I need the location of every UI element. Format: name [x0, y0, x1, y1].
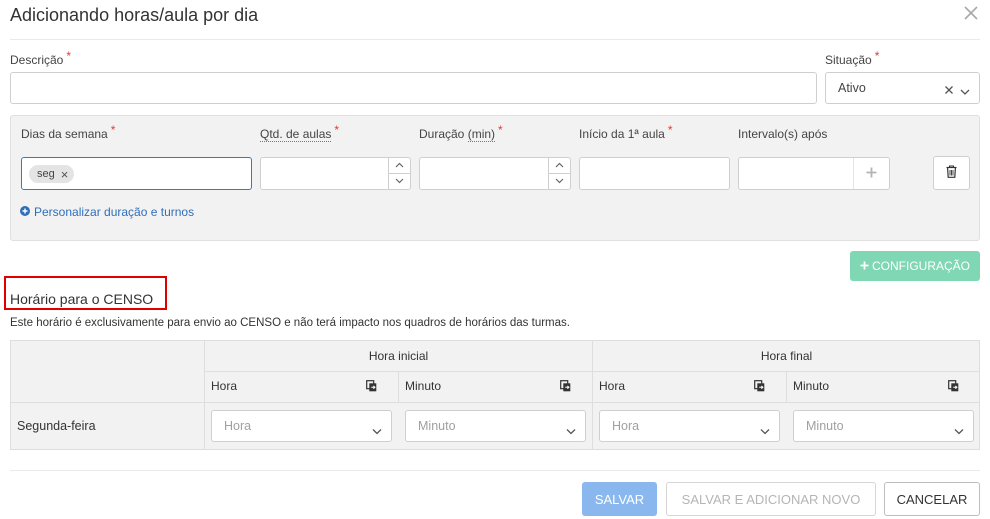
chevron-down-icon [760, 423, 770, 438]
modal-title: Adicionando horas/aula por dia [10, 5, 259, 25]
stepper-up-icon[interactable] [549, 158, 570, 174]
select-placeholder: Minuto [418, 419, 456, 433]
personalizar-link-label: Personalizar duração e turnos [34, 205, 195, 219]
select-placeholder: Hora [224, 419, 252, 433]
row-day-label: Segunda-feira [17, 419, 96, 433]
plus-circle-icon [20, 205, 30, 219]
copy-icon[interactable] [948, 380, 959, 395]
hora-final-minuto-select[interactable]: Minuto [793, 410, 974, 442]
hora-inicial-minuto-select[interactable]: Minuto [405, 410, 586, 442]
stepper-down-icon[interactable] [389, 174, 410, 190]
select-placeholder: Hora [612, 419, 640, 433]
trash-icon [946, 165, 957, 181]
add-configuracao-label: CONFIGURAÇÃO [871, 259, 970, 273]
qtd-aulas-stepper[interactable] [388, 158, 410, 189]
delete-config-button[interactable] [933, 156, 970, 190]
chevron-down-icon [954, 423, 964, 438]
save-and-add-button[interactable]: SALVAR E ADICIONAR NOVO [666, 482, 876, 516]
clear-icon[interactable] [944, 83, 954, 98]
intervalos-input[interactable] [738, 157, 890, 190]
chevron-down-icon[interactable] [960, 84, 970, 99]
intervalos-label: Intervalo(s) após [738, 127, 828, 141]
dias-semana-label: Dias da semana * [21, 123, 116, 141]
select-placeholder: Minuto [806, 419, 844, 433]
add-configuracao-button[interactable]: CONFIGURAÇÃO [850, 251, 980, 281]
descricao-input[interactable] [10, 72, 817, 104]
copy-icon[interactable] [560, 380, 571, 395]
descricao-label: Descrição * [10, 49, 72, 67]
plus-icon [866, 166, 877, 181]
censo-table: Hora inicial Hora final Hora Minuto Hora… [10, 340, 980, 450]
copy-icon[interactable] [366, 380, 377, 395]
plus-icon [860, 259, 869, 273]
inicio-label: Início da 1ª aula * [579, 123, 673, 141]
hora-final-hora-select[interactable]: Hora [599, 410, 780, 442]
situacao-select[interactable]: Ativo [825, 72, 980, 104]
copy-icon[interactable] [754, 380, 765, 395]
col-divider [786, 371, 787, 402]
row-divider [11, 402, 980, 403]
add-intervalo-button[interactable] [853, 158, 889, 189]
duracao-stepper[interactable] [548, 158, 570, 189]
chevron-down-icon [566, 423, 576, 438]
header-divider [10, 39, 980, 40]
duracao-label: Duração (min) * [419, 123, 503, 142]
dias-semana-select[interactable]: seg × [21, 157, 252, 190]
censo-title: Horário para o CENSO [10, 291, 154, 307]
inicio-input[interactable] [579, 157, 730, 190]
hora-inicial-hora-select[interactable]: Hora [211, 410, 392, 442]
duracao-input[interactable] [419, 157, 571, 190]
censo-description: Este horário é exclusivamente para envio… [10, 317, 570, 329]
subheader-hora-final-minuto: Minuto [793, 379, 830, 393]
save-button[interactable]: SALVAR [582, 482, 657, 516]
header-hora-final: Hora final [760, 349, 813, 363]
subheader-hora-inicial-minuto: Minuto [405, 379, 442, 393]
subheader-hora-final-hora: Hora [599, 379, 626, 393]
qtd-aulas-label: Qtd. de aulas * [260, 123, 340, 142]
row-divider [204, 371, 980, 372]
stepper-down-icon[interactable] [549, 174, 570, 190]
qtd-aulas-input[interactable] [260, 157, 411, 190]
col-divider [398, 371, 399, 402]
stepper-up-icon[interactable] [389, 158, 410, 174]
tag-seg: seg × [29, 165, 75, 183]
cancel-button[interactable]: CANCELAR [884, 482, 980, 516]
subheader-hora-inicial-hora: Hora [211, 379, 238, 393]
remove-tag-icon[interactable]: × [61, 168, 69, 181]
header-hora-inicial: Hora inicial [368, 349, 429, 363]
situacao-label: Situação * [825, 49, 880, 67]
situacao-value: Ativo [838, 81, 866, 95]
personalizar-link[interactable]: Personalizar duração e turnos [20, 205, 194, 219]
footer-divider [10, 470, 980, 471]
close-icon[interactable] [962, 4, 980, 22]
chevron-down-icon [372, 423, 382, 438]
config-panel: Dias da semana * seg × Qtd. de aulas * Dur… [10, 115, 980, 241]
